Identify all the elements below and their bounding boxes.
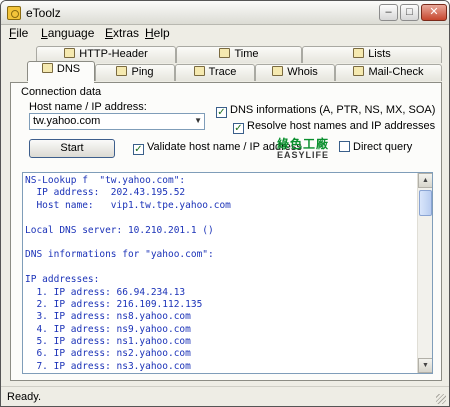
- mail-icon: [353, 66, 365, 76]
- scroll-thumb[interactable]: [419, 190, 432, 216]
- tab-label: Whois: [287, 66, 318, 78]
- resolve-checkbox[interactable]: ✓ Resolve host names and IP addresses: [233, 120, 435, 134]
- tab-label: Ping: [131, 66, 154, 78]
- title-bar[interactable]: eToolz – □ ✕: [1, 1, 449, 25]
- checkbox-box[interactable]: ✓: [133, 144, 144, 155]
- scroll-down-icon[interactable]: ▼: [418, 358, 432, 373]
- tab-mail-check[interactable]: Mail-Check: [335, 64, 442, 81]
- status-bar: Ready.: [1, 386, 449, 406]
- output-line: 1. IP adress: 66.94.234.13: [25, 286, 186, 298]
- chevron-down-icon[interactable]: ▼: [194, 116, 202, 125]
- menu-help[interactable]: Help: [145, 26, 170, 40]
- http-header-icon: [64, 48, 76, 58]
- list-icon: [353, 48, 365, 58]
- output-line: Local DNS server: 10.210.201.1 (): [25, 224, 214, 236]
- dns-icon: [41, 63, 53, 73]
- output-line: 5. IP adress: ns1.yahoo.com: [25, 336, 191, 348]
- vertical-scrollbar[interactable]: ▲ ▼: [417, 173, 432, 373]
- tab-label: DNS: [56, 63, 81, 75]
- output-lines: NS-Lookup f "tw.yahoo.com": IP address: …: [25, 175, 413, 373]
- tab-label: Time: [234, 48, 259, 60]
- start-button[interactable]: Start: [29, 139, 115, 158]
- output-line: NS-Lookup f "tw.yahoo.com":: [25, 175, 186, 186]
- direct-query-checkbox[interactable]: Direct query: [339, 141, 412, 153]
- tab-label: HTTP-Header: [79, 48, 148, 60]
- dns-panel: Connection data Host name / IP address: …: [10, 82, 442, 381]
- status-text: Ready.: [7, 391, 42, 403]
- clock-icon: [219, 48, 231, 58]
- window-title: eToolz: [26, 6, 61, 20]
- tab-label: Trace: [208, 66, 237, 78]
- whois-icon: [272, 66, 284, 76]
- checkbox-box[interactable]: [339, 141, 350, 152]
- easylife-logo: 綠色工廠 EASYLIFE: [277, 138, 339, 162]
- group-label: Connection data: [21, 86, 102, 98]
- tab-strip: HTTP-Header Time Lists DNS Ping Trace Wh…: [8, 45, 442, 83]
- tab-lists[interactable]: Lists: [302, 46, 442, 63]
- output-line: IP address: 202.43.195.52: [25, 187, 186, 199]
- minimize-button[interactable]: –: [379, 4, 398, 21]
- resize-grip-icon[interactable]: [436, 394, 446, 404]
- output-line: IP addresses:: [25, 274, 100, 286]
- tab-ping[interactable]: Ping: [95, 64, 175, 81]
- output-textbox[interactable]: NS-Lookup f "tw.yahoo.com": IP address: …: [22, 172, 433, 374]
- checkbox-label: Resolve host names and IP addresses: [247, 120, 436, 132]
- trace-icon: [193, 66, 205, 76]
- app-icon: [7, 6, 21, 20]
- checkbox-label: DNS informations (A, PTR, NS, MX, SOA): [230, 104, 436, 116]
- checkbox-box[interactable]: ✓: [216, 107, 227, 118]
- tab-dns[interactable]: DNS: [27, 61, 95, 83]
- tab-trace[interactable]: Trace: [175, 64, 255, 81]
- menu-language[interactable]: Language: [41, 26, 94, 40]
- host-value: tw.yahoo.com: [33, 115, 101, 127]
- output-line: Host name: vip1.tw.tpe.yahoo.com: [25, 199, 231, 211]
- scroll-up-icon[interactable]: ▲: [418, 173, 432, 188]
- tab-time[interactable]: Time: [176, 46, 302, 63]
- host-combobox[interactable]: tw.yahoo.com ▼: [29, 113, 205, 130]
- output-line: 7. IP adress: ns3.yahoo.com: [25, 360, 191, 372]
- tab-label: Lists: [368, 48, 391, 60]
- output-line: 3. IP adress: ns8.yahoo.com: [25, 311, 191, 323]
- close-button[interactable]: ✕: [421, 4, 447, 21]
- dns-info-checkbox[interactable]: ✓ DNS informations (A, PTR, NS, MX, SOA): [216, 104, 435, 118]
- output-line: 6. IP adress: ns2.yahoo.com: [25, 348, 191, 360]
- checkbox-box[interactable]: ✓: [233, 123, 244, 134]
- logo-text-top: 綠色工廠: [277, 137, 330, 151]
- output-line: 4. IP adress: ns9.yahoo.com: [25, 323, 191, 335]
- output-line: DNS informations for "yahoo.com":: [25, 249, 214, 261]
- connection-group: Connection data Host name / IP address: …: [18, 83, 435, 168]
- etoolz-window: eToolz – □ ✕ File Language Extras Help H…: [0, 0, 450, 407]
- menu-extras[interactable]: Extras: [105, 26, 139, 40]
- tab-label: Mail-Check: [368, 66, 424, 78]
- menu-bar: File Language Extras Help: [1, 25, 449, 41]
- ping-icon: [116, 66, 128, 76]
- output-line: 2. IP adress: 216.109.112.135: [25, 298, 203, 310]
- checkbox-label: Direct query: [353, 141, 413, 153]
- host-label: Host name / IP address:: [29, 101, 147, 113]
- maximize-button[interactable]: □: [400, 4, 419, 21]
- menu-file[interactable]: File: [9, 26, 28, 40]
- logo-text-bottom: EASYLIFE: [277, 150, 330, 160]
- tab-whois[interactable]: Whois: [255, 64, 335, 81]
